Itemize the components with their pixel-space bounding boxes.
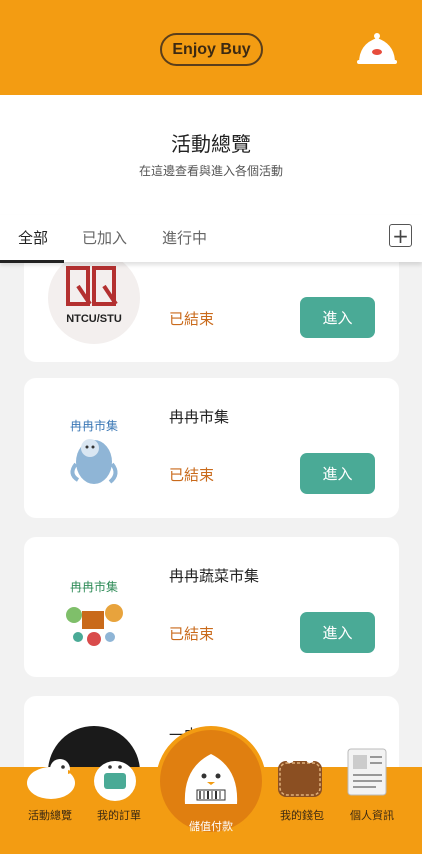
notification-bell-icon[interactable] <box>355 30 399 66</box>
enter-button[interactable]: 進入 <box>300 612 375 653</box>
event-card: NTCU/STU 已結束 進入 <box>24 262 399 362</box>
event-logo: NTCU/STU <box>48 262 140 344</box>
nav-profile[interactable]: 個人資訊 <box>332 807 412 823</box>
order-icon <box>94 761 136 801</box>
top-bar: Enjoy Buy <box>0 0 422 95</box>
enter-button[interactable]: 進入 <box>300 453 375 494</box>
event-card: 冉冉市集 冉冉市集 已結束 進入 <box>24 378 399 518</box>
event-title: 冉冉蔬菜市集 <box>169 567 260 585</box>
enter-button[interactable]: 進入 <box>300 297 375 338</box>
tab-joined[interactable]: 已加入 <box>82 227 127 248</box>
topup-pay-button[interactable]: 儲值付款 <box>156 726 266 836</box>
nav-wallet[interactable]: 我的錢包 <box>262 807 342 823</box>
purse-icon <box>278 755 322 797</box>
page-title: 活動總覽 <box>171 132 251 156</box>
mascot-icon <box>27 759 75 799</box>
profile-icon <box>347 748 387 796</box>
nav-orders[interactable]: 我的訂單 <box>79 807 159 823</box>
tab-ongoing[interactable]: 進行中 <box>162 227 207 248</box>
active-tab-indicator <box>0 260 64 263</box>
add-icon[interactable]: + <box>389 224 412 247</box>
event-status: 已結束 <box>169 310 215 328</box>
event-status: 已結束 <box>169 466 215 484</box>
brand-button[interactable]: Enjoy Buy <box>160 33 263 66</box>
nav-topup-label: 儲值付款 <box>189 820 233 833</box>
tab-bar: 全部 已加入 進行中 + <box>0 215 422 263</box>
event-logo: 冉冉市集 <box>48 567 140 659</box>
event-logo-text: 冉冉市集 <box>70 418 118 433</box>
event-card: 冉冉市集 冉冉蔬菜市集 已結束 進入 <box>24 537 399 677</box>
event-list[interactable]: NTCU/STU 已結束 進入 冉冉市集 冉冉市集 已結束 進入 冉冉市集 冉冉… <box>0 262 422 767</box>
tab-all[interactable]: 全部 <box>18 227 48 248</box>
event-logo: 冉冉市集 <box>48 408 140 500</box>
event-title: 冉冉市集 <box>169 408 230 426</box>
page-subtitle: 在這邊查看與進入各個活動 <box>138 164 283 178</box>
event-status: 已結束 <box>169 625 215 643</box>
event-logo-text: NTCU/STU <box>66 313 122 325</box>
wallet-mascot-icon <box>184 754 238 804</box>
event-logo-text: 冉冉市集 <box>70 579 118 594</box>
nav-events[interactable]: 活動總覽 <box>10 807 90 823</box>
